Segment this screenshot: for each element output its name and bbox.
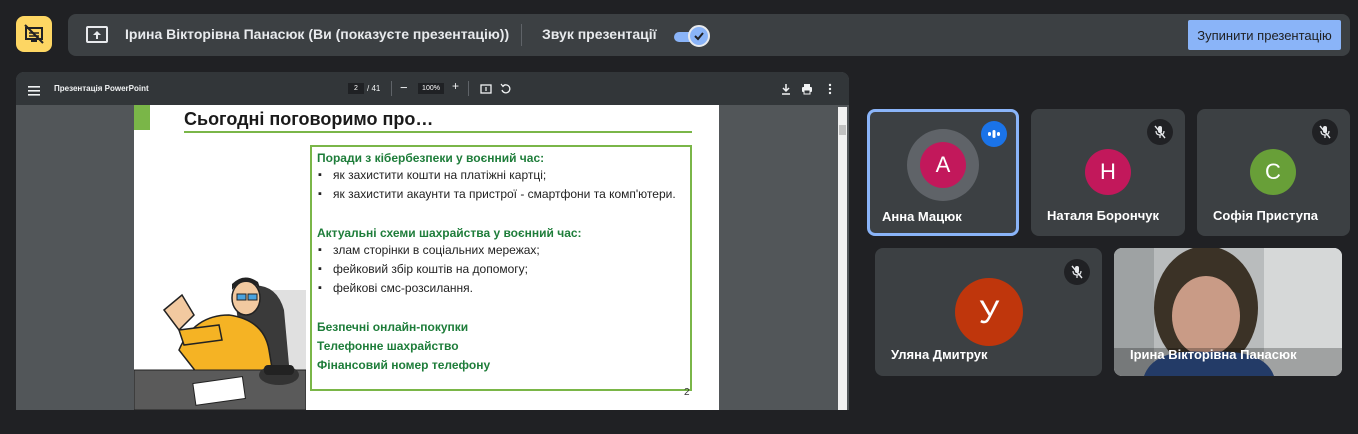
avatar: А	[920, 142, 966, 188]
participant-tile[interactable]: С Софія Приступа	[1197, 109, 1350, 236]
more-options-icon[interactable]	[824, 82, 836, 95]
speaking-indicator-icon	[981, 121, 1007, 147]
slide-link: Безпечні онлайн-покупки	[317, 320, 469, 334]
avatar: У	[955, 278, 1023, 346]
page-total: / 41	[367, 84, 381, 93]
mic-off-icon	[1064, 259, 1090, 285]
toolbar-divider	[391, 81, 392, 96]
print-icon[interactable]	[801, 82, 813, 95]
toolbar-divider	[468, 81, 469, 96]
participant-tile[interactable]: У Уляна Дмитрук	[875, 248, 1102, 376]
zoom-input[interactable]: 100%	[418, 83, 444, 94]
list-item: фейкові смс-розсилання.	[317, 281, 685, 296]
mic-off-icon	[1147, 119, 1173, 145]
slide-link: Телефонне шахрайство	[317, 339, 459, 353]
presentation-off-icon[interactable]	[16, 16, 52, 52]
participant-tile-self-camera[interactable]: Ірина Вікторівна Панасюк	[1114, 248, 1342, 376]
presentation-sound-toggle[interactable]	[674, 25, 710, 47]
participant-name: Ірина Вікторівна Панасюк	[1130, 347, 1297, 362]
check-icon	[688, 25, 710, 47]
list-item: злам сторінки в соціальних мережах;	[317, 243, 685, 258]
slide-link: Фінансовий номер телефону	[317, 358, 491, 372]
mic-off-icon	[1312, 119, 1338, 145]
participant-name: Софія Приступа	[1213, 208, 1319, 223]
participant-tile[interactable]: Н Наталя Борончук	[1031, 109, 1185, 236]
list-item: фейковий збір коштів на допомогу;	[317, 262, 685, 277]
pdf-toolbar: Презентація PowerPoint 2 / 41 − 100% +	[16, 72, 849, 105]
list-item: як захистити акаунти та пристрої - смарт…	[317, 187, 685, 202]
zoom-out-icon[interactable]: −	[400, 80, 408, 95]
fit-page-icon[interactable]	[480, 82, 492, 94]
avatar: Н	[1085, 149, 1131, 195]
slide-accent	[134, 105, 150, 130]
zoom-in-icon[interactable]: +	[452, 79, 459, 93]
businessman-illustration	[134, 270, 306, 410]
list-item: як захистити кошти на платіжні картці;	[317, 168, 685, 183]
participant-tile-active-speaker[interactable]: А Анна Мацюк	[867, 109, 1019, 236]
participant-name: Уляна Дмитрук	[891, 347, 988, 362]
presentation-viewer: Презентація PowerPoint 2 / 41 − 100% + С…	[16, 72, 849, 410]
bullet-list: як захистити кошти на платіжні картці; я…	[317, 168, 685, 202]
slide-content-box: Поради з кібербезпеки у воєнний час: як …	[310, 145, 692, 391]
avatar: С	[1250, 149, 1296, 195]
stop-presenting-button[interactable]: Зупинити презентацію	[1188, 20, 1341, 50]
presentation-sound-label: Звук презентації	[542, 26, 657, 42]
page-number-input[interactable]: 2	[348, 83, 364, 94]
bullet-list: злам сторінки в соціальних мережах; фейк…	[317, 243, 685, 296]
slide-heading: Сьогодні поговоримо про…	[184, 109, 434, 129]
menu-icon[interactable]	[28, 83, 40, 96]
section-title: Поради з кібербезпеки у воєнний час:	[317, 151, 545, 165]
slide-page-number: 2	[684, 387, 690, 398]
scrollbar[interactable]	[838, 107, 847, 410]
heading-underline	[184, 131, 692, 133]
section-title: Актуальні схеми шахрайства у воєнний час…	[317, 226, 582, 240]
document-title: Презентація PowerPoint	[54, 84, 149, 93]
presenter-status-text: Ірина Вікторівна Панасюк (Ви (показуєте …	[125, 26, 510, 42]
presenting-bar: Ірина Вікторівна Панасюк (Ви (показуєте …	[68, 14, 1350, 56]
download-icon[interactable]	[780, 82, 792, 95]
participant-name: Наталя Борончук	[1047, 208, 1159, 223]
present-screen-icon	[85, 23, 109, 47]
slide-page: Сьогодні поговоримо про… Поради з кіберб…	[134, 105, 719, 410]
participant-name: Анна Мацюк	[882, 209, 962, 224]
divider	[521, 24, 522, 46]
scrollbar-thumb[interactable]	[839, 125, 846, 135]
document-scroll-area[interactable]: Сьогодні поговоримо про… Поради з кіберб…	[16, 105, 849, 410]
rotate-icon[interactable]	[500, 82, 512, 94]
